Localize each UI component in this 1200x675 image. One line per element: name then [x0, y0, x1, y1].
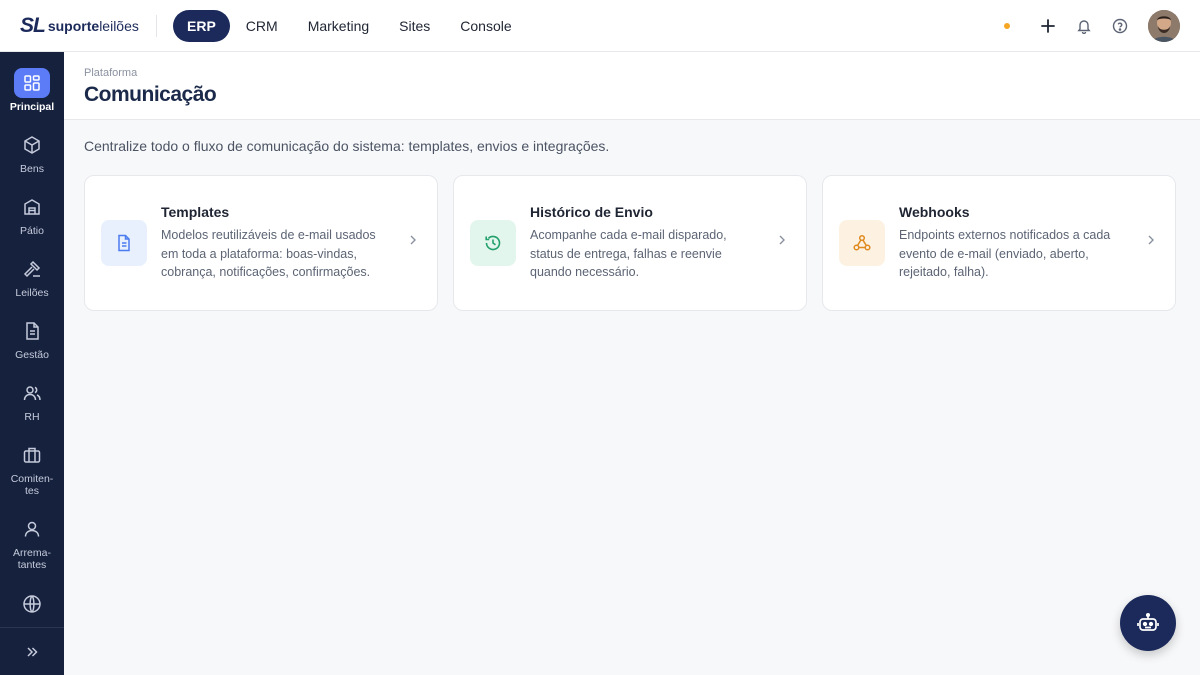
- webhook-icon: [853, 234, 871, 251]
- divider: [156, 14, 157, 37]
- top-nav: ERP CRM Marketing Sites Console: [173, 9, 528, 42]
- card-icon-box: [839, 220, 885, 266]
- page-title: Comunicação: [84, 83, 217, 106]
- sidebar-item-patio[interactable]: Pátio: [0, 192, 64, 237]
- card-webhooks[interactable]: Webhooks Endpoints externos notificados …: [822, 175, 1176, 311]
- top-actions: [1004, 0, 1180, 52]
- tab-erp[interactable]: ERP: [173, 9, 230, 42]
- sidebar-item-bens[interactable]: Bens: [0, 130, 64, 175]
- bell-icon: [1077, 20, 1091, 34]
- chevrons-right-icon: [27, 646, 38, 657]
- card-description: Modelos reutilizáveis de e-mail usados e…: [161, 228, 376, 280]
- sidebar-label: Arrema- tantes: [13, 547, 51, 571]
- sidebar-item-arrematantes[interactable]: Arrema- tantes: [0, 514, 64, 571]
- card-description: Acompanhe cada e-mail disparado, status …: [530, 228, 727, 280]
- sidebar-item-rh[interactable]: RH: [0, 378, 64, 423]
- sidebar-label: Principal: [9, 101, 55, 113]
- card-icon-box: [470, 220, 516, 266]
- history-icon: [485, 235, 501, 251]
- sidebar-item-gestao[interactable]: Gestão: [0, 316, 64, 361]
- sidebar-item-principal[interactable]: Principal: [0, 68, 64, 113]
- sidebar-label: RH: [24, 411, 40, 423]
- briefcase-icon: [23, 447, 41, 463]
- breadcrumb[interactable]: Plataforma: [84, 67, 1180, 79]
- help-button[interactable]: [1110, 16, 1130, 36]
- card-title: Webhooks: [899, 204, 970, 221]
- card-list: Templates Modelos reutilizáveis de e-mai…: [84, 175, 1176, 311]
- help-icon: [1112, 18, 1128, 34]
- grid-icon: [24, 75, 40, 91]
- plus-icon: [1041, 19, 1055, 33]
- tab-console[interactable]: Console: [446, 10, 525, 42]
- sidebar-expand-button[interactable]: [0, 627, 64, 675]
- assistant-button[interactable]: [1120, 595, 1176, 651]
- tab-sites[interactable]: Sites: [385, 10, 444, 42]
- sidebar-item-sites[interactable]: [0, 589, 64, 619]
- notifications-button[interactable]: [1074, 16, 1094, 36]
- add-button[interactable]: [1038, 16, 1058, 36]
- sidebar-item-leiloes[interactable]: Leilões: [0, 254, 64, 299]
- page-header: Plataforma Comunicação: [64, 52, 1200, 120]
- globe-icon: [23, 595, 41, 613]
- user-icon: [24, 521, 40, 537]
- chevron-right-icon: [779, 235, 785, 245]
- tab-marketing[interactable]: Marketing: [294, 10, 383, 42]
- sidebar-label: Leilões: [15, 287, 49, 299]
- card-description: Endpoints externos notificados a cada ev…: [899, 228, 1111, 280]
- card-icon-box: [101, 220, 147, 266]
- chevron-right-icon: [410, 235, 416, 245]
- gavel-icon: [23, 260, 41, 278]
- tab-crm[interactable]: CRM: [232, 10, 292, 42]
- card-historico-de-envio[interactable]: Histórico de Envio Acompanhe cada e-mail…: [453, 175, 807, 311]
- brand-logo[interactable]: SL suporteleilões: [0, 0, 156, 52]
- sidebar-item-comitentes[interactable]: Comiten- tes: [0, 440, 64, 497]
- avatar[interactable]: [1148, 10, 1180, 42]
- card-title: Templates: [161, 204, 230, 221]
- chevron-right-icon: [1148, 235, 1154, 245]
- robot-icon: [1137, 612, 1159, 631]
- status-dot: [1004, 23, 1010, 29]
- users-icon: [23, 386, 41, 401]
- card-templates[interactable]: Templates Modelos reutilizáveis de e-mai…: [84, 175, 438, 311]
- logo-text: suporteleilões: [47, 17, 139, 34]
- user-photo-icon: [1148, 10, 1180, 42]
- logo-mark: SL: [20, 13, 46, 37]
- box-icon: [24, 136, 40, 154]
- top-bar: SL suporteleilões ERP CRM Marketing Site…: [0, 0, 1200, 52]
- sidebar: Principal Bens Pátio Leilões Gestão RH C…: [0, 52, 64, 675]
- document-icon: [26, 322, 39, 340]
- sidebar-label: Comiten- tes: [10, 473, 54, 497]
- file-text-icon: [118, 234, 130, 252]
- sidebar-label: Pátio: [20, 225, 44, 237]
- sidebar-label: Bens: [20, 163, 44, 175]
- page-description: Centralize todo o fluxo de comunicação d…: [84, 138, 610, 154]
- sidebar-label: Gestão: [15, 349, 49, 361]
- card-title: Histórico de Envio: [530, 204, 653, 221]
- warehouse-icon: [24, 199, 40, 215]
